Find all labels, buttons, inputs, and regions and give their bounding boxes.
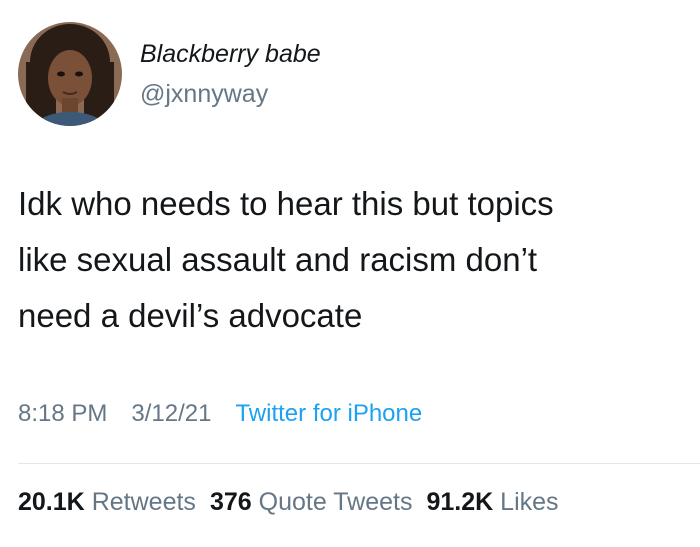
user-handle[interactable]: @jxnnyway bbox=[140, 80, 268, 109]
likes-count: 91.2K bbox=[426, 488, 494, 516]
quote-tweets-stat[interactable]: 376 Quote Tweets bbox=[210, 488, 413, 516]
engagement-stats: 20.1K Retweets 376 Quote Tweets 91.2K Likes bbox=[18, 488, 559, 517]
retweets-stat[interactable]: 20.1K Retweets bbox=[18, 488, 196, 516]
retweets-label: Retweets bbox=[91, 488, 196, 516]
tweet-date[interactable]: 3/12/21 bbox=[131, 400, 211, 427]
retweets-count: 20.1K bbox=[18, 488, 85, 516]
tweet-line: like sexual assault and racism don’t bbox=[18, 241, 538, 278]
quote-tweets-label: Quote Tweets bbox=[258, 488, 413, 516]
tweet-text: Idk who needs to hear this but topics li… bbox=[18, 176, 698, 344]
avatar-image bbox=[18, 22, 122, 126]
likes-stat[interactable]: 91.2K Likes bbox=[426, 488, 558, 516]
tweet-source-link[interactable]: Twitter for iPhone bbox=[235, 400, 422, 427]
quote-tweets-count: 376 bbox=[209, 488, 252, 516]
likes-label: Likes bbox=[500, 488, 559, 516]
tweet-line: need a devil’s advocate bbox=[18, 297, 363, 334]
divider bbox=[18, 463, 700, 464]
tweet-time[interactable]: 8:18 PM bbox=[18, 400, 107, 427]
display-name[interactable]: Blackberry babe bbox=[140, 40, 321, 69]
tweet-line: Idk who needs to hear this but topics bbox=[18, 185, 554, 222]
avatar[interactable] bbox=[18, 22, 122, 126]
tweet-metadata: 8:18 PM 3/12/21 Twitter for iPhone bbox=[18, 400, 422, 428]
